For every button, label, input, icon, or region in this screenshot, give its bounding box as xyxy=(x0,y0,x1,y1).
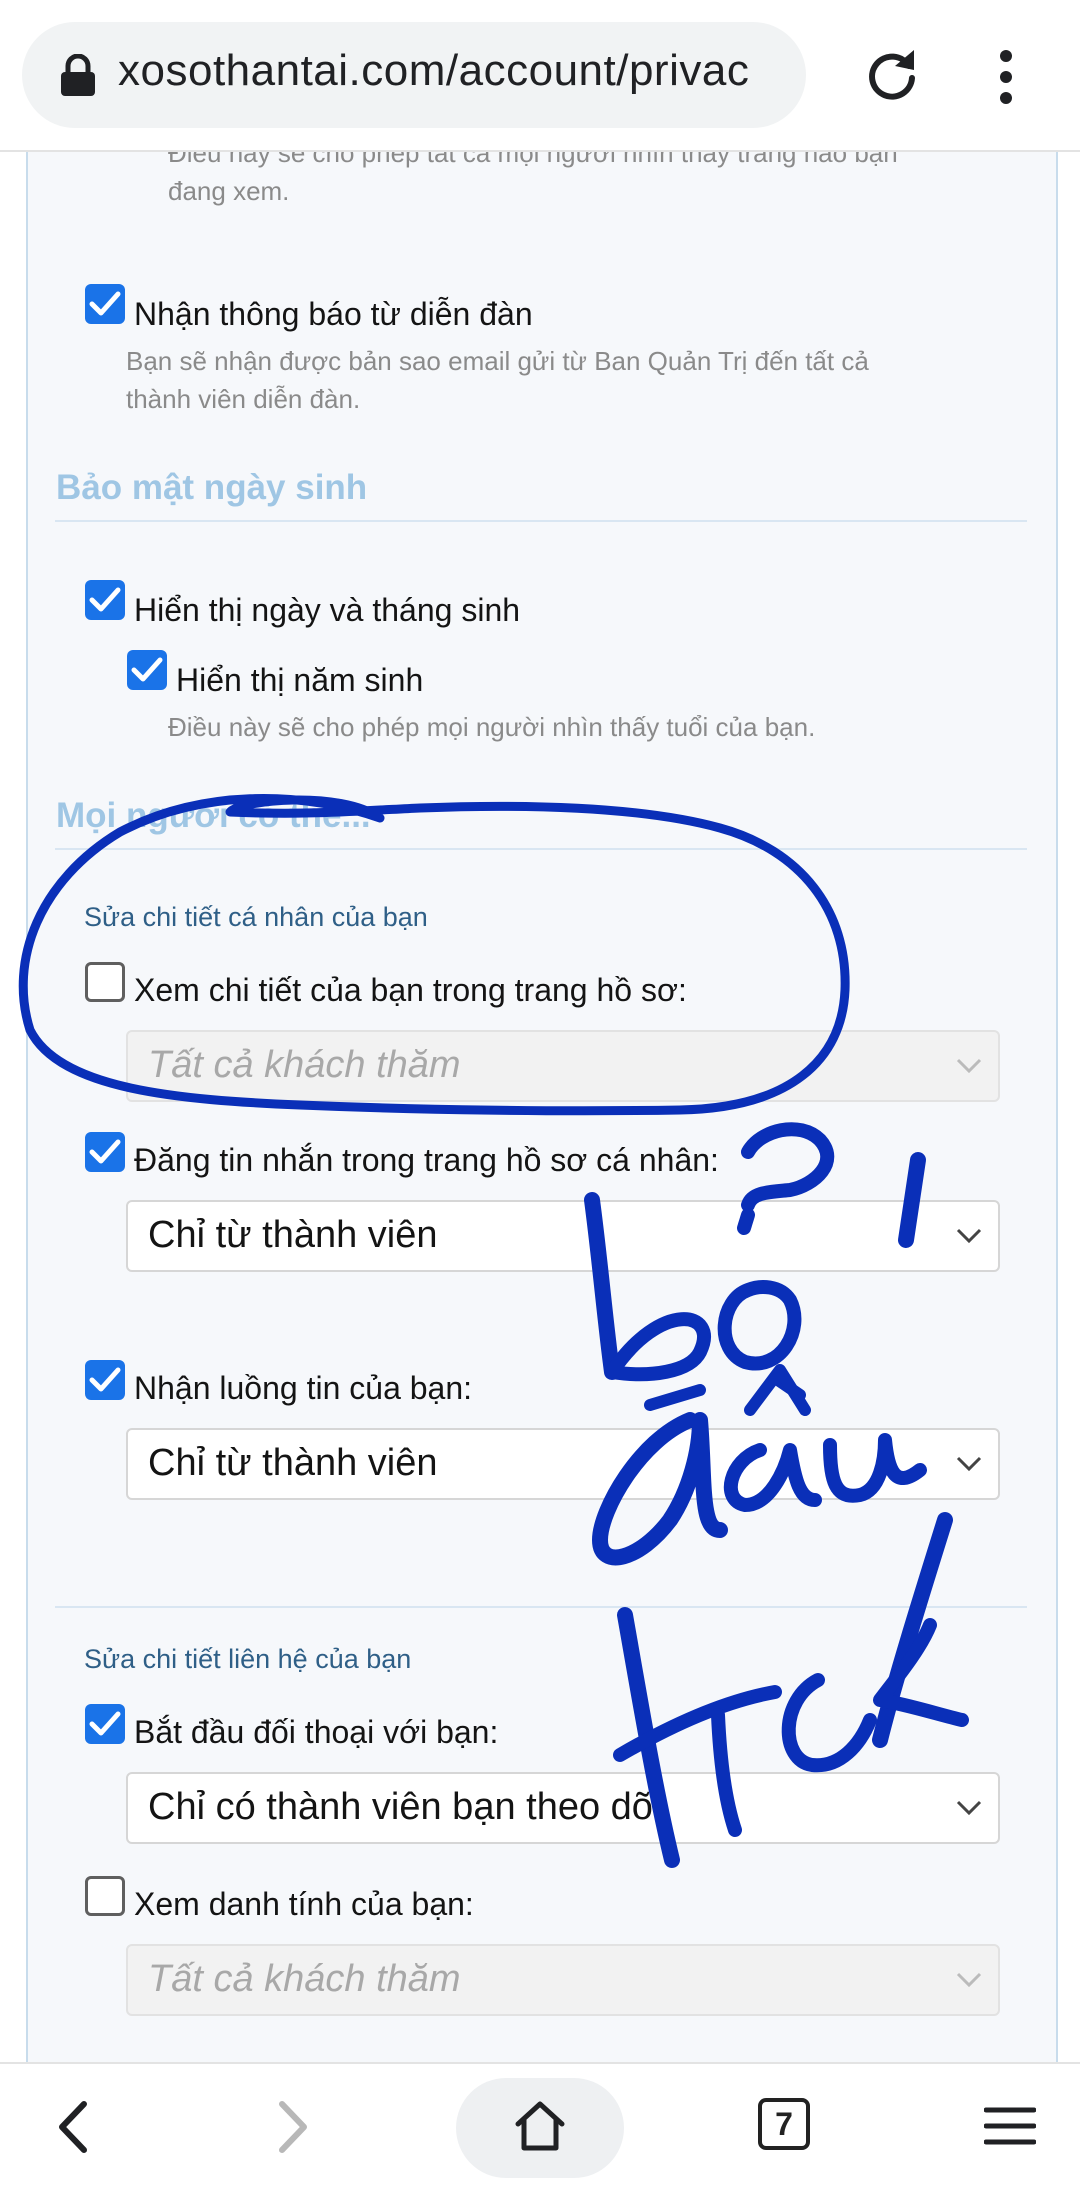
start-conversation-select[interactable]: Chỉ có thành viên bạn theo dõi xyxy=(126,1772,1000,1844)
chevron-down-icon xyxy=(956,1972,982,1988)
chevron-down-icon xyxy=(956,1058,982,1074)
top-hint-line2: đang xem. xyxy=(168,176,290,206)
receive-notice-hint-line2: thành viên diễn đàn. xyxy=(126,384,361,414)
browser-toolbar: xosothantai.com/account/privac xyxy=(0,0,1080,152)
page-content: Điều này sẽ cho phép tất cả mọi người nh… xyxy=(0,150,1080,2062)
view-identity-checkbox[interactable] xyxy=(85,1876,125,1916)
post-messages-checkbox[interactable] xyxy=(85,1132,125,1172)
section-divider xyxy=(55,1606,1027,1608)
address-bar[interactable]: xosothantai.com/account/privac xyxy=(22,22,806,128)
post-messages-select-value: Chỉ từ thành viên xyxy=(148,1214,438,1256)
reload-icon[interactable] xyxy=(862,44,922,104)
contact-details-group-title: Sửa chi tiết liên hệ của bạn xyxy=(84,1644,412,1674)
receive-notice-hint-line1: Bạn sẽ nhận được bản sao email gửi từ Ba… xyxy=(126,346,869,376)
view-identity-label[interactable]: Xem danh tính của bạn: xyxy=(134,1886,474,1923)
back-icon[interactable] xyxy=(52,2100,92,2154)
forward-icon[interactable] xyxy=(274,2100,314,2154)
section-divider xyxy=(55,848,1027,850)
show-year-label[interactable]: Hiển thị năm sinh xyxy=(176,662,423,699)
start-conversation-select-value: Chỉ có thành viên bạn theo dõi xyxy=(148,1786,662,1828)
show-year-checkbox[interactable] xyxy=(127,650,167,690)
browser-bottom-nav: 7 xyxy=(0,2062,1080,2189)
more-vert-icon[interactable] xyxy=(986,48,1026,106)
lock-icon xyxy=(61,54,95,96)
view-details-select[interactable]: Tất cả khách thăm xyxy=(126,1030,1000,1102)
view-details-select-value: Tất cả khách thăm xyxy=(148,1044,461,1086)
personal-details-group-title: Sửa chi tiết cá nhân của bạn xyxy=(84,902,428,932)
url-text[interactable]: xosothantai.com/account/privac xyxy=(118,46,749,96)
view-identity-select[interactable]: Tất cả khách thăm xyxy=(126,1944,1000,2016)
section-divider xyxy=(55,520,1027,522)
receive-notice-checkbox[interactable] xyxy=(85,284,125,324)
receive-notice-label[interactable]: Nhận thông báo từ diễn đàn xyxy=(134,296,533,333)
receive-feed-checkbox[interactable] xyxy=(85,1360,125,1400)
chevron-down-icon xyxy=(956,1456,982,1472)
menu-icon[interactable] xyxy=(984,2104,1036,2148)
show-day-month-checkbox[interactable] xyxy=(85,580,125,620)
receive-feed-label[interactable]: Nhận luồng tin của bạn: xyxy=(134,1370,472,1407)
chevron-down-icon xyxy=(956,1228,982,1244)
view-identity-select-value: Tất cả khách thăm xyxy=(148,1958,461,2000)
receive-feed-select-value: Chỉ từ thành viên xyxy=(148,1442,438,1484)
receive-feed-select[interactable]: Chỉ từ thành viên xyxy=(126,1428,1000,1500)
home-icon[interactable] xyxy=(512,2098,568,2154)
tabs-icon[interactable]: 7 xyxy=(758,2098,810,2150)
view-details-label[interactable]: Xem chi tiết của bạn trong trang hồ sơ: xyxy=(134,972,687,1009)
show-day-month-label[interactable]: Hiển thị ngày và tháng sinh xyxy=(134,592,520,629)
view-details-checkbox[interactable] xyxy=(85,962,125,1002)
everyone-can-heading: Mọi người có thể... xyxy=(56,796,371,835)
show-year-hint: Điều này sẽ cho phép mọi người nhìn thấy… xyxy=(168,712,816,742)
birthday-privacy-heading: Bảo mật ngày sinh xyxy=(56,468,368,507)
top-hint-line1: Điều này sẽ cho phép tất cả mọi người nh… xyxy=(168,150,898,168)
post-messages-label[interactable]: Đăng tin nhắn trong trang hồ sơ cá nhân: xyxy=(134,1142,719,1179)
start-conversation-checkbox[interactable] xyxy=(85,1704,125,1744)
chevron-down-icon xyxy=(956,1800,982,1816)
start-conversation-label[interactable]: Bắt đầu đối thoại với bạn: xyxy=(134,1714,498,1751)
post-messages-select[interactable]: Chỉ từ thành viên xyxy=(126,1200,1000,1272)
